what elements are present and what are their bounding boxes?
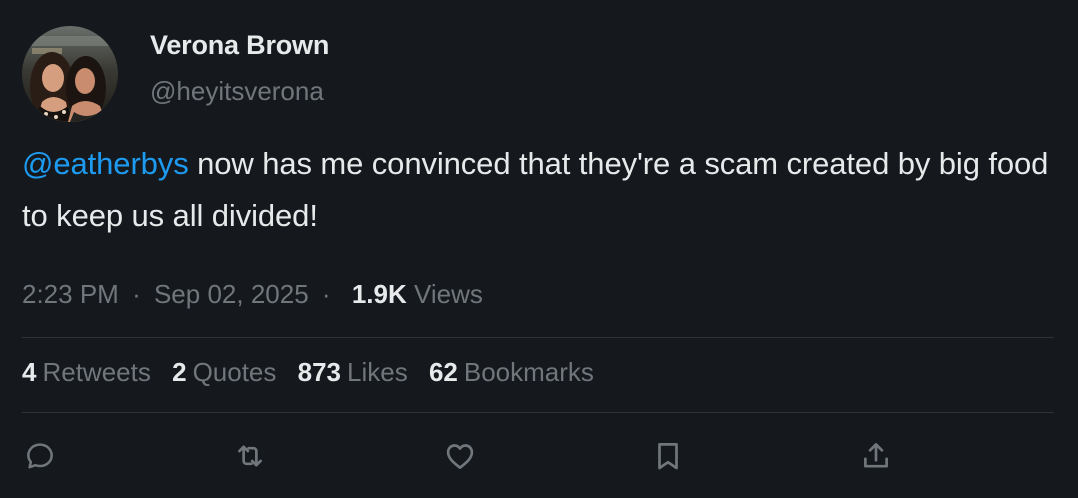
views-count: 1.9K <box>351 279 407 309</box>
share-button[interactable] <box>858 438 894 474</box>
divider <box>22 337 1054 338</box>
retweets-label: Retweets <box>42 357 151 387</box>
meta-separator: · <box>132 279 141 309</box>
bookmarks-count: 62 <box>428 357 458 387</box>
author-handle[interactable]: @heyitsverona <box>150 76 324 107</box>
likes-count: 873 <box>297 357 342 387</box>
bookmark-button[interactable] <box>650 438 686 474</box>
retweets-stat[interactable]: 4 Retweets <box>22 357 151 387</box>
share-icon <box>864 443 888 468</box>
bookmark-icon <box>658 443 678 470</box>
bookmarks-stat[interactable]: 62 Bookmarks <box>429 357 594 387</box>
author-name[interactable]: Verona Brown <box>150 30 329 61</box>
avatar-photo <box>22 26 118 122</box>
mention-link[interactable]: @eatherbys <box>22 146 189 181</box>
tweet-text: @eatherbys now has me convinced that the… <box>22 138 1052 242</box>
divider <box>22 412 1054 413</box>
tweet-meta: 2:23 PM · Sep 02, 2025 · 1.9K Views <box>22 279 483 310</box>
reply-icon <box>27 443 53 469</box>
tweet-card: Verona Brown @heyitsverona @eatherbys no… <box>0 0 1078 498</box>
tweet-time[interactable]: 2:23 PM <box>22 279 119 309</box>
meta-separator: · <box>321 279 331 309</box>
quotes-count: 2 <box>172 357 187 387</box>
retweet-button[interactable] <box>232 438 268 474</box>
tweet-date[interactable]: Sep 02, 2025 <box>154 279 309 309</box>
engagement-stats: 4 Retweets 2 Quotes 873 Likes 62 Bookmarks <box>22 357 608 388</box>
bookmarks-label: Bookmarks <box>463 357 594 387</box>
reply-button[interactable] <box>22 438 58 474</box>
quotes-label: Quotes <box>192 357 277 387</box>
likes-label: Likes <box>347 357 408 387</box>
retweets-count: 4 <box>22 357 37 387</box>
like-button[interactable] <box>442 438 478 474</box>
avatar[interactable] <box>22 26 118 122</box>
views-label: Views <box>413 279 483 309</box>
retweet-icon <box>238 445 262 467</box>
like-icon <box>446 444 474 469</box>
likes-stat[interactable]: 873 Likes <box>298 357 408 387</box>
quotes-stat[interactable]: 2 Quotes <box>172 357 276 387</box>
